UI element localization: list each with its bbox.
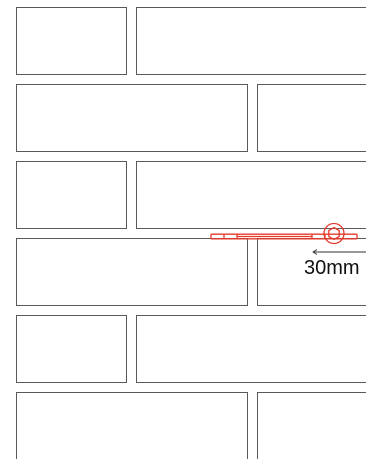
brick-courses [16, 7, 366, 459]
brick [257, 84, 366, 152]
brick [16, 161, 127, 229]
brick [136, 7, 366, 75]
brick [16, 392, 248, 459]
brick [136, 161, 366, 229]
brick [16, 315, 127, 383]
brick [136, 315, 366, 383]
dimension-label: 30mm [304, 257, 360, 279]
brick [257, 392, 366, 459]
brick [16, 238, 248, 306]
brick-wall-diagram: 30mm [16, 7, 366, 459]
brick [16, 84, 248, 152]
brick [16, 7, 127, 75]
